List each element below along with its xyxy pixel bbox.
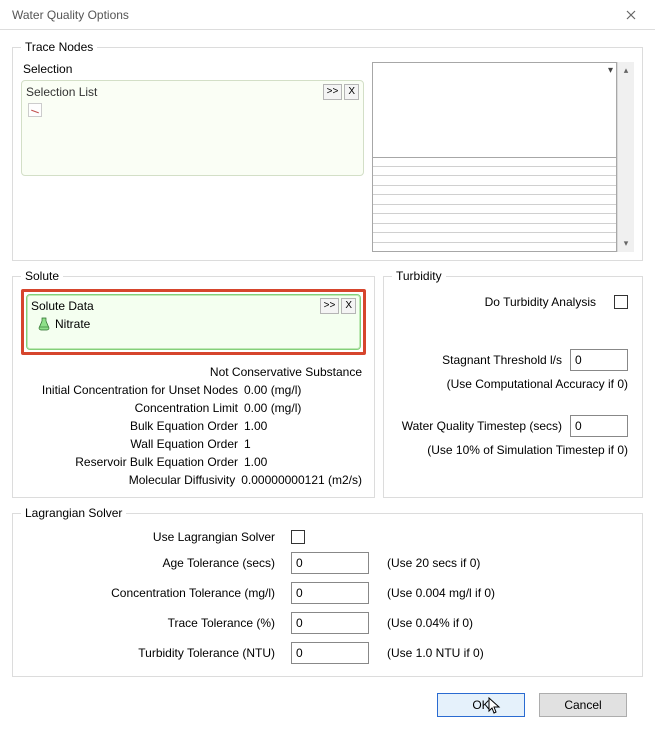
solute-highlight-box: Solute Data >> X Nitrate: [21, 289, 366, 355]
flask-icon: [37, 317, 51, 331]
conc-tolerance-label: Concentration Tolerance (mg/l): [21, 586, 281, 600]
selection-list-clear-button[interactable]: X: [344, 84, 359, 100]
turbidity-legend: Turbidity: [392, 269, 446, 283]
solute-clear-button[interactable]: X: [341, 298, 356, 314]
grid-row[interactable]: [373, 205, 616, 214]
solute-res-bulk-label: Reservoir Bulk Equation Order: [75, 453, 238, 471]
lagrangian-group: Lagrangian Solver Use Lagrangian Solver …: [12, 506, 643, 677]
solute-init-conc-label: Initial Concentration for Unset Nodes: [42, 381, 238, 399]
turb-tolerance-input[interactable]: [291, 642, 369, 664]
solute-res-bulk-value: 1.00: [244, 453, 362, 471]
wq-timestep-label: Water Quality Timestep (secs): [402, 419, 562, 433]
grid-row[interactable]: [373, 214, 616, 223]
selection-label: Selection: [23, 62, 364, 76]
ok-button[interactable]: OK: [437, 693, 525, 717]
grid-row[interactable]: [373, 186, 616, 195]
solute-bulk-eq-value: 1.00: [244, 417, 362, 435]
trace-tolerance-hint: (Use 0.04% if 0): [379, 616, 634, 630]
stagnant-threshold-input[interactable]: [570, 349, 628, 371]
trace-nodes-grid[interactable]: [372, 158, 617, 253]
age-tolerance-hint: (Use 20 secs if 0): [379, 556, 634, 570]
wq-timestep-input[interactable]: [570, 415, 628, 437]
turbidity-group: Turbidity Do Turbidity Analysis Stagnant…: [383, 269, 643, 498]
solute-mol-diff-value: 0.00000000121 (m2/s): [241, 471, 362, 489]
lagrangian-legend: Lagrangian Solver: [21, 506, 126, 520]
trace-nodes-dropdown[interactable]: [372, 62, 617, 158]
stagnant-threshold-note: (Use Computational Accuracy if 0): [392, 375, 634, 393]
selection-list-expand-button[interactable]: >>: [323, 84, 343, 100]
conc-tolerance-input[interactable]: [291, 582, 369, 604]
solute-mol-diff-label: Molecular Diffusivity: [129, 471, 235, 489]
placeholder-icon: [28, 103, 42, 117]
do-turbidity-checkbox[interactable]: [614, 295, 628, 309]
cancel-button-label: Cancel: [564, 698, 601, 712]
solute-wall-eq-label: Wall Equation Order: [130, 435, 238, 453]
solute-data-box: Solute Data >> X Nitrate: [26, 294, 361, 350]
solute-conc-limit-value: 0.00 (mg/l): [244, 399, 362, 417]
solute-item-label: Nitrate: [55, 317, 90, 331]
age-tolerance-input[interactable]: [291, 552, 369, 574]
trace-nodes-legend: Trace Nodes: [21, 40, 97, 54]
turb-tolerance-label: Turbidity Tolerance (NTU): [21, 646, 281, 660]
grid-row[interactable]: [373, 158, 616, 167]
solute-bulk-eq-label: Bulk Equation Order: [130, 417, 238, 435]
do-turbidity-label: Do Turbidity Analysis: [485, 295, 596, 309]
solute-properties: Not Conservative Substance Initial Conce…: [21, 363, 366, 489]
scroll-down-icon[interactable]: ▾: [618, 235, 634, 252]
selection-list-box: Selection List >> X: [21, 80, 364, 176]
selection-list-body[interactable]: [26, 101, 359, 171]
turb-tolerance-hint: (Use 1.0 NTU if 0): [379, 646, 634, 660]
trace-tolerance-label: Trace Tolerance (%): [21, 616, 281, 630]
trace-tolerance-input[interactable]: [291, 612, 369, 634]
age-tolerance-label: Age Tolerance (secs): [21, 556, 281, 570]
scroll-track[interactable]: [618, 79, 634, 235]
solute-expand-button[interactable]: >>: [320, 298, 340, 314]
grid-row[interactable]: [373, 224, 616, 233]
use-lagrangian-label: Use Lagrangian Solver: [21, 530, 281, 544]
grid-row[interactable]: [373, 195, 616, 204]
selection-list-title: Selection List: [26, 85, 321, 99]
solute-conservative-label: Not Conservative Substance: [210, 363, 362, 381]
use-lagrangian-checkbox[interactable]: [291, 530, 305, 544]
close-button[interactable]: [615, 4, 647, 26]
solute-init-conc-value: 0.00 (mg/l): [244, 381, 362, 399]
grid-row[interactable]: [373, 176, 616, 185]
solute-legend: Solute: [21, 269, 63, 283]
grid-row[interactable]: [373, 167, 616, 176]
wq-timestep-note: (Use 10% of Simulation Timestep if 0): [392, 441, 634, 459]
solute-item-nitrate[interactable]: Nitrate: [31, 315, 356, 333]
window-title: Water Quality Options: [8, 8, 615, 22]
solute-wall-eq-value: 1: [244, 435, 362, 453]
stagnant-threshold-label: Stagnant Threshold l/s: [442, 353, 562, 367]
grid-row[interactable]: [373, 233, 616, 242]
ok-button-label: OK: [472, 698, 489, 712]
solute-data-title: Solute Data: [31, 299, 318, 313]
trace-nodes-group: Trace Nodes Selection Selection List >> …: [12, 40, 643, 261]
solute-group: Solute Solute Data >> X Nitrate: [12, 269, 375, 498]
titlebar: Water Quality Options: [0, 0, 655, 30]
conc-tolerance-hint: (Use 0.004 mg/l if 0): [379, 586, 634, 600]
grid-scrollbar[interactable]: ▴ ▾: [617, 62, 634, 252]
cancel-button[interactable]: Cancel: [539, 693, 627, 717]
solute-conc-limit-label: Concentration Limit: [135, 399, 238, 417]
scroll-up-icon[interactable]: ▴: [618, 62, 634, 79]
grid-row[interactable]: [373, 243, 616, 251]
